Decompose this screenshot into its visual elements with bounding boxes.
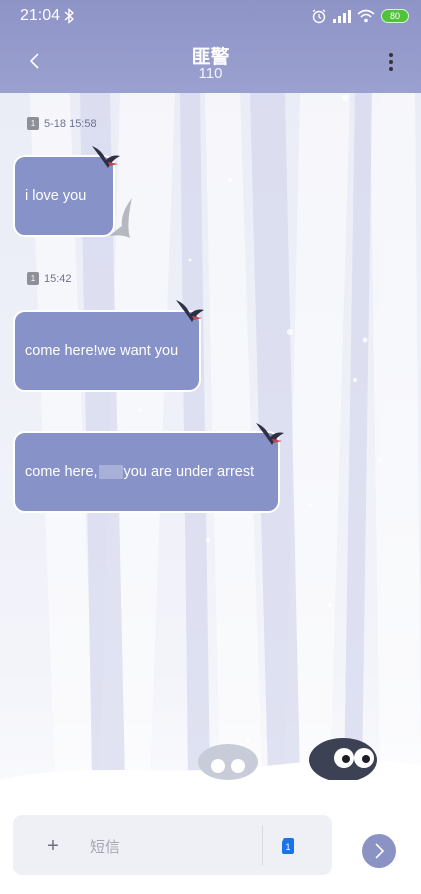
bird-decoration	[92, 146, 120, 168]
battery-icon: 80	[381, 9, 409, 23]
status-time: 21:04	[20, 7, 61, 24]
sim-select-button[interactable]: 1	[276, 834, 300, 858]
bird-decoration	[256, 423, 284, 445]
sim-badge: 1	[27, 272, 39, 285]
svg-text:1: 1	[285, 842, 290, 852]
sms-conversation-screen: 21:04 80 匪警 110 1 5-18 15:58 i love you …	[0, 0, 421, 894]
timestamp-text: 15:42	[44, 272, 72, 285]
plus-icon: +	[47, 834, 59, 857]
bluetooth-icon	[64, 8, 75, 24]
top-header: 21:04 80 匪警 110	[0, 0, 421, 93]
signal-icon	[333, 10, 351, 23]
message-bubble[interactable]: come here, you are under arrest	[13, 431, 280, 513]
contact-number: 110	[198, 65, 223, 82]
chevron-right-icon	[375, 843, 385, 859]
message-timestamp: 1 5-18 15:58	[27, 117, 97, 130]
more-options-button[interactable]	[381, 48, 401, 76]
bird-decoration	[176, 300, 204, 322]
divider	[262, 825, 263, 865]
redacted-text	[98, 465, 123, 479]
message-text: i love you	[25, 188, 87, 204]
message-timestamp: 1 15:42	[27, 272, 72, 285]
sms-input[interactable]	[88, 835, 252, 859]
more-vertical-icon	[389, 53, 393, 71]
status-icons: 80	[311, 6, 409, 26]
timestamp-text: 5-18 15:58	[44, 117, 97, 130]
wifi-icon	[357, 9, 375, 23]
add-attachment-button[interactable]: +	[40, 833, 66, 859]
message-text-start: come here,	[25, 464, 98, 480]
sim-card-icon: 1	[282, 838, 294, 854]
sim-badge: 1	[27, 117, 39, 130]
message-text: come here!we want you	[25, 343, 179, 359]
bird-decoration	[110, 198, 132, 238]
send-button[interactable]	[362, 834, 396, 868]
message-text-end: you are under arrest	[123, 464, 255, 480]
alarm-icon	[312, 9, 326, 24]
